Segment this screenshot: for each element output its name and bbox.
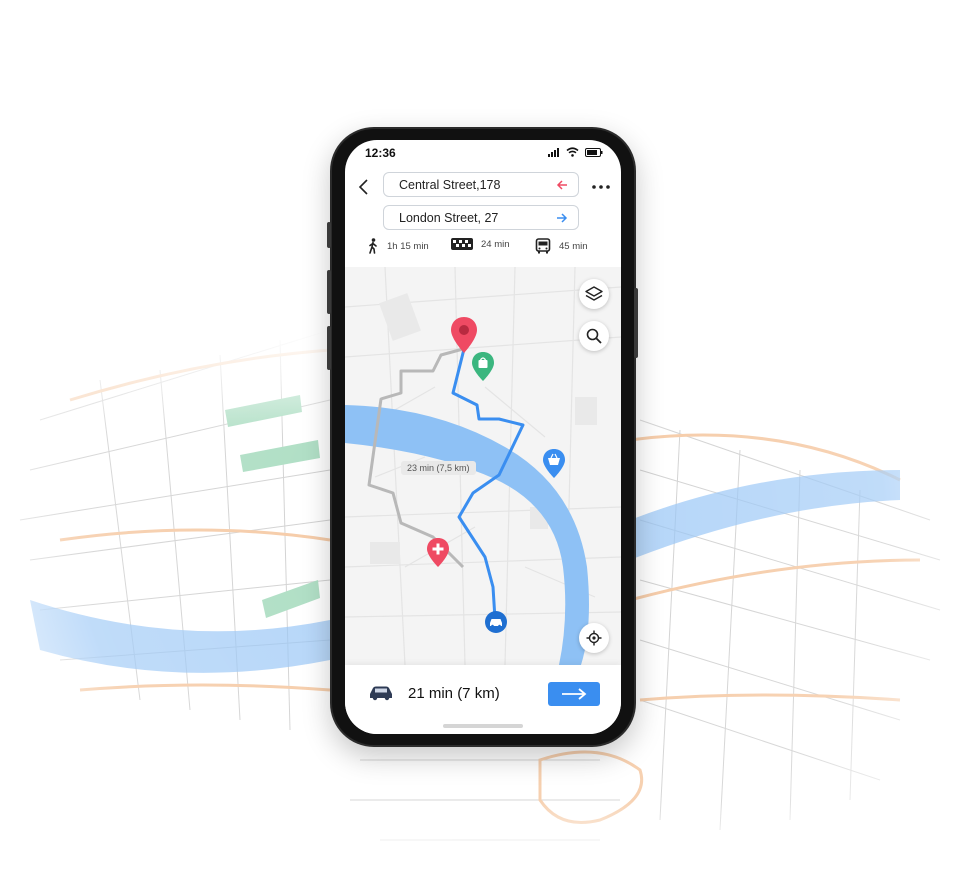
mode-bus-duration: 45 min <box>559 240 588 252</box>
alt-route-label: 23 min (7,5 km) <box>401 461 476 475</box>
status-icons <box>548 147 603 157</box>
mute-switch <box>327 222 331 248</box>
trip-summary: 21 min (7 km) <box>408 685 500 702</box>
taxi-icon <box>451 238 473 250</box>
destination-field[interactable]: London Street, 27 <box>383 205 579 230</box>
mode-taxi[interactable]: 24 min <box>451 238 510 250</box>
locate-icon <box>586 630 602 646</box>
shopping-bag-icon[interactable] <box>471 351 495 383</box>
origin-text: Central Street,178 <box>399 178 501 192</box>
destination-text: London Street, 27 <box>399 211 499 225</box>
walk-icon <box>369 238 377 254</box>
arrow-left-icon <box>556 180 567 190</box>
route-map[interactable]: 23 min (7,5 km) <box>345 267 621 665</box>
car-marker-icon[interactable] <box>484 610 508 634</box>
river <box>345 405 589 665</box>
car-icon <box>370 686 392 701</box>
mode-walk-duration: 1h 15 min <box>387 240 429 252</box>
map-canvas <box>345 267 621 665</box>
bus-icon <box>535 238 551 254</box>
basket-icon[interactable] <box>542 448 566 480</box>
destination-pin-icon[interactable] <box>449 316 479 356</box>
home-indicator[interactable] <box>443 724 523 728</box>
arrow-right-icon <box>557 213 568 223</box>
locate-button[interactable] <box>579 623 609 653</box>
signal-icon <box>548 147 559 157</box>
battery-icon <box>585 147 603 157</box>
transport-modes: 1h 15 min 24 min 45 min <box>345 238 621 260</box>
status-time: 12:36 <box>365 146 396 160</box>
mode-taxi-duration: 24 min <box>481 238 510 250</box>
status-bar: 12:36 <box>345 140 621 166</box>
mode-bus[interactable]: 45 min <box>535 238 588 254</box>
hospital-icon[interactable] <box>426 537 450 569</box>
volume-up-button <box>327 270 331 314</box>
power-button <box>634 288 638 358</box>
mode-walk[interactable]: 1h 15 min <box>367 238 429 254</box>
search-icon <box>586 328 602 344</box>
wifi-icon <box>566 147 579 157</box>
search-button[interactable] <box>579 321 609 351</box>
volume-down-button <box>327 326 331 370</box>
start-navigation-button[interactable] <box>548 682 600 706</box>
back-arrow-icon[interactable] <box>353 176 375 198</box>
phone-screen: 12:36 Central Street,178 London Street, … <box>345 140 621 734</box>
layers-icon <box>585 286 603 301</box>
more-options-icon[interactable] <box>589 176 613 198</box>
origin-field[interactable]: Central Street,178 <box>383 172 579 197</box>
go-arrow-icon <box>562 688 587 700</box>
layers-button[interactable] <box>579 279 609 309</box>
